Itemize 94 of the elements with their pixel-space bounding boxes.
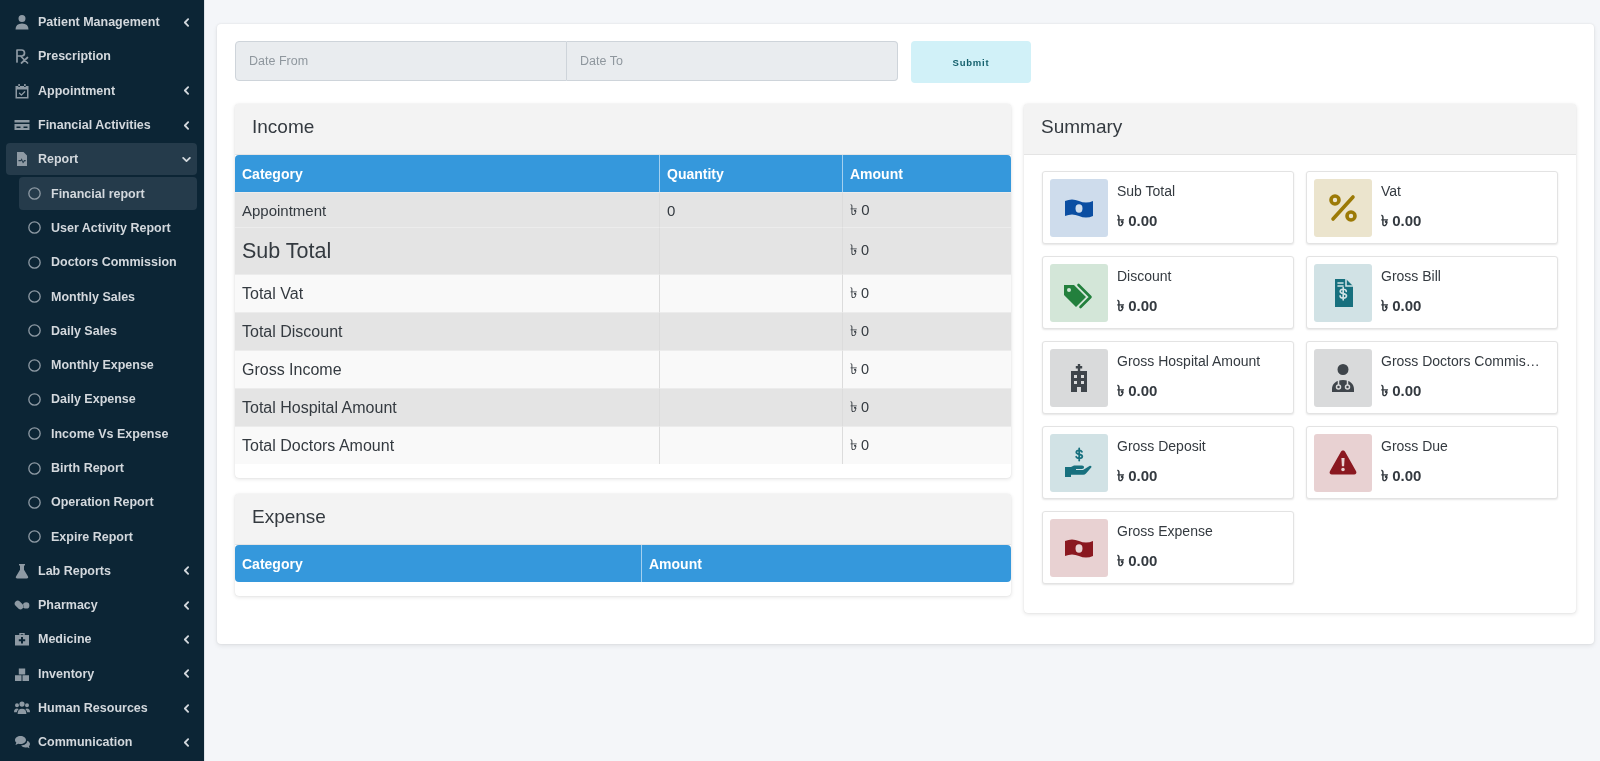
- table-cell: 0: [659, 192, 842, 227]
- sidebar-subitem[interactable]: Daily Expense: [19, 383, 197, 416]
- calendar-check-icon: [14, 82, 30, 99]
- sidebar-subitem[interactable]: Monthly Expense: [19, 348, 197, 382]
- sidebar-item[interactable]: Report: [6, 143, 197, 176]
- sidebar-subitem[interactable]: Doctors Commission: [19, 246, 197, 279]
- banknote-icon: [1050, 179, 1108, 237]
- first-aid-kit-icon: [14, 631, 30, 648]
- chat-bubbles-icon: [14, 734, 30, 751]
- stat-value: ৳ 0.00: [1117, 211, 1158, 231]
- stat-label: Gross Doctors Commis…: [1381, 352, 1540, 370]
- date-to-field[interactable]: Date To: [567, 41, 898, 81]
- invoice-icon: [1314, 264, 1372, 322]
- stat-label: Gross Expense: [1117, 522, 1213, 540]
- stat-value: ৳ 0.00: [1381, 296, 1422, 316]
- submit-button[interactable]: Submit: [911, 41, 1031, 83]
- sidebar-item[interactable]: Medicine: [6, 623, 197, 656]
- circle-icon: [28, 324, 41, 338]
- circle-icon: [28, 495, 41, 509]
- table-cell: Appointment: [235, 192, 659, 227]
- users-icon: [14, 700, 30, 717]
- sidebar-subitem[interactable]: Income Vs Expense: [19, 417, 197, 450]
- column-header: Amount: [641, 545, 1011, 582]
- hospital-icon: [1050, 349, 1108, 407]
- stat-value: ৳ 0.00: [1381, 381, 1422, 401]
- table-cell: Total Hospital Amount: [235, 388, 659, 426]
- stat-label: Vat: [1381, 182, 1401, 200]
- table-cell: Sub Total: [235, 227, 659, 274]
- sidebar-subitem[interactable]: Daily Sales: [19, 314, 197, 347]
- stat-value: ৳ 0.00: [1381, 466, 1422, 486]
- table-cell: ৳ 0: [842, 388, 1011, 426]
- circle-icon: [28, 187, 41, 201]
- sidebar-item[interactable]: Lab Reports: [6, 554, 197, 588]
- table-cell: ৳ 0: [842, 227, 1011, 274]
- flask-icon: [14, 562, 30, 579]
- doctor-icon: [1314, 349, 1372, 407]
- sidebar-item[interactable]: Patient Management: [6, 6, 197, 39]
- stat-value: ৳ 0.00: [1117, 466, 1158, 486]
- column-header: Category: [235, 545, 641, 582]
- date-from-field[interactable]: Date From: [235, 41, 567, 81]
- banknote-icon: [1050, 519, 1108, 577]
- circle-icon: [28, 221, 41, 235]
- circle-icon: [28, 427, 41, 441]
- card-title: Expense: [252, 505, 326, 528]
- circle-icon: [28, 290, 41, 303]
- table-cell: ৳ 0: [842, 192, 1011, 227]
- user-icon: [14, 14, 30, 31]
- table-cell: Total Vat: [235, 274, 659, 312]
- column-header: Quantity: [659, 155, 842, 192]
- column-header: Category: [235, 155, 659, 192]
- table-cell: Gross Income: [235, 350, 659, 388]
- sidebar-item[interactable]: Financial Activities: [6, 108, 197, 142]
- stat-value: ৳ 0.00: [1117, 381, 1158, 401]
- table-cell: ৳ 0: [842, 312, 1011, 350]
- sidebar-subitem[interactable]: Expire Report: [19, 520, 197, 553]
- sidebar-subitem[interactable]: Operation Report: [19, 486, 197, 519]
- sidebar-item[interactable]: Appointment: [6, 74, 197, 107]
- stat-label: Gross Hospital Amount: [1117, 352, 1261, 370]
- circle-icon: [28, 358, 41, 372]
- circle-icon: [28, 255, 41, 269]
- sidebar-subitem[interactable]: User Activity Report: [19, 211, 197, 245]
- sidebar-item[interactable]: Communication: [6, 726, 197, 759]
- stat-label: Gross Bill: [1381, 267, 1441, 285]
- card-title: Summary: [1041, 115, 1123, 138]
- table-cell: Total Doctors Amount: [235, 426, 659, 464]
- stat-label: Discount: [1117, 267, 1172, 285]
- tags-icon: [1050, 264, 1108, 322]
- table-cell: Total Discount: [235, 312, 659, 350]
- card-title: Income: [252, 115, 315, 138]
- percent-icon: [1314, 179, 1372, 237]
- table-cell: ৳ 0: [842, 350, 1011, 388]
- stat-label: Gross Due: [1381, 437, 1448, 455]
- sidebar-item[interactable]: Inventory: [6, 657, 197, 690]
- hand-coin-icon: [1050, 434, 1108, 492]
- stat-value: ৳ 0.00: [1117, 551, 1158, 571]
- warning-icon: [1314, 434, 1372, 492]
- stat-label: Sub Total: [1117, 182, 1176, 200]
- stat-label: Gross Deposit: [1117, 437, 1206, 455]
- prescription-icon: [14, 48, 30, 65]
- table-cell: ৳ 0: [842, 274, 1011, 312]
- sidebar-subitem[interactable]: Financial report: [19, 177, 197, 210]
- sidebar-item[interactable]: Prescription: [6, 40, 197, 73]
- circle-icon: [28, 392, 41, 406]
- sidebar-subitem[interactable]: Birth Report: [19, 451, 197, 485]
- column-header: Amount: [842, 155, 1011, 192]
- table-cell: ৳ 0: [842, 426, 1011, 464]
- circle-icon: [28, 530, 41, 544]
- sidebar-item[interactable]: Pharmacy: [6, 589, 197, 622]
- circle-icon: [28, 461, 41, 475]
- stat-value: ৳ 0.00: [1381, 211, 1422, 231]
- sidebar-subitem[interactable]: Monthly Sales: [19, 280, 197, 313]
- sidebar-item[interactable]: Human Resources: [6, 691, 197, 725]
- file-medical-icon: [14, 151, 30, 168]
- stat-value: ৳ 0.00: [1117, 296, 1158, 316]
